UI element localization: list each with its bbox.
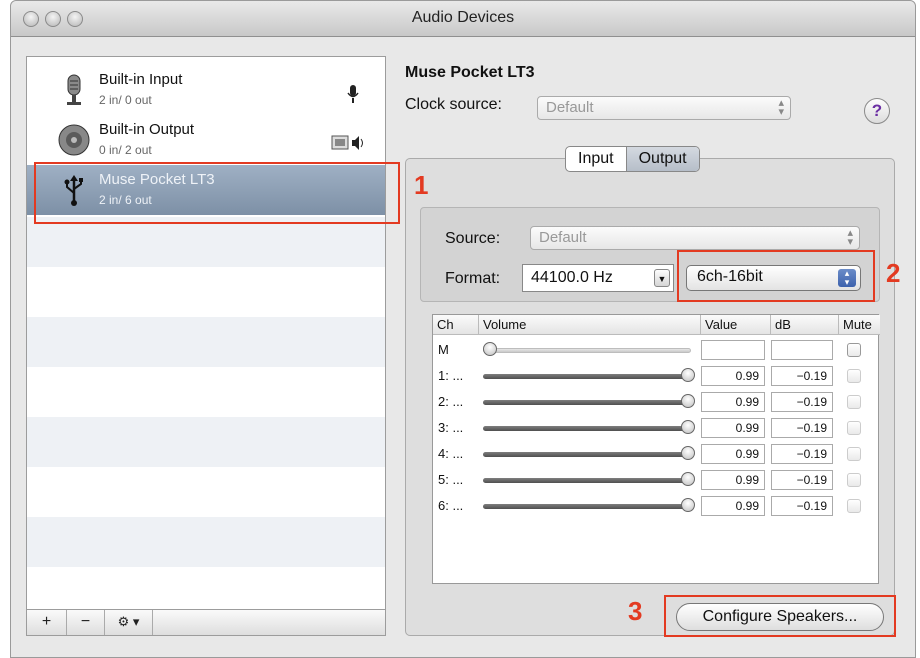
channel-label: 3: ...	[438, 420, 464, 435]
selected-device-title: Muse Pocket LT3	[405, 64, 535, 81]
annotation-number-1: 1	[414, 170, 429, 200]
volume-slider[interactable]	[483, 348, 691, 353]
volume-slider[interactable]	[483, 426, 691, 431]
volume-slider-knob[interactable]	[681, 472, 695, 486]
list-stripe	[27, 317, 385, 367]
dropdown-arrow-icon: ▼	[654, 269, 670, 287]
mute-checkbox[interactable]	[847, 421, 861, 435]
volume-db-field[interactable]: −0.19	[771, 444, 833, 464]
volume-value-field[interactable]: 0.99	[701, 392, 765, 412]
clock-source-popup[interactable]: Default ▴ ▾	[537, 96, 791, 120]
sample-rate-select[interactable]: 44100.0 Hz ▼	[522, 264, 674, 292]
channel-row: 5: ... 0.99 −0.19	[433, 469, 878, 491]
input-microphone-icon	[347, 85, 359, 103]
window-title: Audio Devices	[411, 9, 515, 26]
channel-row: 2: ... 0.99 −0.19	[433, 391, 878, 413]
volume-slider-knob[interactable]	[681, 394, 695, 408]
volume-db-field[interactable]: −0.19	[771, 496, 833, 516]
channel-label: M	[438, 342, 449, 357]
device-list[interactable]: Built-in Input 2 in/ 0 out Built-in Outp…	[26, 56, 386, 636]
source-popup[interactable]: Default ▴ ▾	[530, 226, 860, 250]
channel-row: 6: ... 0.99 −0.19	[433, 495, 878, 517]
system-output-speaker-icon	[331, 135, 363, 150]
popup-arrows-icon: ▴ ▾	[847, 227, 853, 248]
title-bar: Audio Devices	[11, 1, 915, 37]
volume-db-field[interactable]: −0.19	[771, 392, 833, 412]
device-row-built-in-input[interactable]: Built-in Input 2 in/ 0 out	[27, 65, 385, 115]
clock-source-label: Clock source:	[405, 96, 502, 113]
volume-db-field[interactable]: −0.19	[771, 470, 833, 490]
volume-value-field[interactable]: 0.99	[701, 470, 765, 490]
channel-label: 2: ...	[438, 394, 464, 409]
volume-slider-knob[interactable]	[483, 342, 497, 356]
speaker-icon	[58, 124, 90, 156]
channel-row: M	[433, 339, 878, 361]
add-device-button[interactable]: +	[27, 610, 67, 635]
volume-slider[interactable]	[483, 400, 691, 405]
column-header-value[interactable]: Value	[701, 315, 771, 335]
mute-checkbox[interactable]	[847, 343, 861, 357]
mute-checkbox[interactable]	[847, 499, 861, 513]
remove-device-button[interactable]: −	[67, 610, 105, 635]
source-value: Default	[539, 229, 587, 246]
input-output-tabs: Input Output	[565, 146, 700, 172]
annotation-number-2: 2	[886, 258, 901, 288]
device-io: 0 in/ 2 out	[99, 143, 152, 157]
source-label: Source:	[445, 230, 501, 247]
mute-checkbox[interactable]	[847, 395, 861, 409]
column-header-volume[interactable]: Volume	[479, 315, 701, 335]
channel-label: 5: ...	[438, 472, 464, 487]
device-row-built-in-output[interactable]: Built-in Output 0 in/ 2 out	[27, 115, 385, 165]
channel-label: 6: ...	[438, 498, 464, 513]
clock-source-value: Default	[546, 99, 594, 116]
volume-slider-knob[interactable]	[681, 498, 695, 512]
volume-slider-knob[interactable]	[681, 368, 695, 382]
volume-db-field[interactable]: −0.19	[771, 366, 833, 386]
channel-row: 3: ... 0.99 −0.19	[433, 417, 878, 439]
annotation-box-3	[664, 595, 896, 637]
volume-slider[interactable]	[483, 374, 691, 379]
annotation-box-1	[34, 162, 400, 224]
help-button[interactable]: ?	[864, 98, 890, 124]
device-io: 2 in/ 0 out	[99, 93, 152, 107]
device-name: Built-in Output	[99, 121, 195, 138]
volume-db-field[interactable]	[771, 340, 833, 360]
format-label: Format:	[445, 270, 501, 287]
volume-value-field[interactable]: 0.99	[701, 366, 765, 386]
volume-slider[interactable]	[483, 478, 691, 483]
channel-label: 4: ...	[438, 446, 464, 461]
volume-value-field[interactable]: 0.99	[701, 444, 765, 464]
list-stripe	[27, 517, 385, 567]
channel-label: 1: ...	[438, 368, 464, 383]
annotation-box-2	[677, 250, 875, 302]
volume-slider[interactable]	[483, 504, 691, 509]
sample-rate-value: 44100.0 Hz	[531, 269, 613, 286]
volume-slider-knob[interactable]	[681, 420, 695, 434]
column-header-ch[interactable]: Ch	[433, 315, 479, 335]
popup-arrows-icon: ▴ ▾	[778, 97, 784, 118]
channel-row: 1: ... 0.99 −0.19	[433, 365, 878, 387]
column-header-mute[interactable]: Mute	[839, 315, 880, 335]
device-name: Built-in Input	[99, 71, 183, 88]
column-header-db[interactable]: dB	[771, 315, 839, 335]
volume-value-field[interactable]	[701, 340, 765, 360]
device-list-toolbar: + − ⚙ ▾	[27, 609, 385, 635]
volume-value-field[interactable]: 0.99	[701, 496, 765, 516]
mute-checkbox[interactable]	[847, 447, 861, 461]
tab-input[interactable]: Input	[566, 147, 626, 171]
volume-slider-knob[interactable]	[681, 446, 695, 460]
volume-value-field[interactable]: 0.99	[701, 418, 765, 438]
annotation-number-3: 3	[628, 596, 643, 626]
microphone-icon	[67, 74, 81, 105]
volume-db-field[interactable]: −0.19	[771, 418, 833, 438]
gear-menu-button[interactable]: ⚙ ▾	[105, 610, 153, 635]
volume-slider[interactable]	[483, 452, 691, 457]
tab-output[interactable]: Output	[625, 147, 699, 171]
channel-row: 4: ... 0.99 −0.19	[433, 443, 878, 465]
mute-checkbox[interactable]	[847, 473, 861, 487]
channel-volume-table: Ch Volume Value dB Mute M 1: ... 0.99 −0.19…	[432, 314, 880, 584]
list-stripe	[27, 417, 385, 467]
list-stripe	[27, 217, 385, 267]
mute-checkbox[interactable]	[847, 369, 861, 383]
